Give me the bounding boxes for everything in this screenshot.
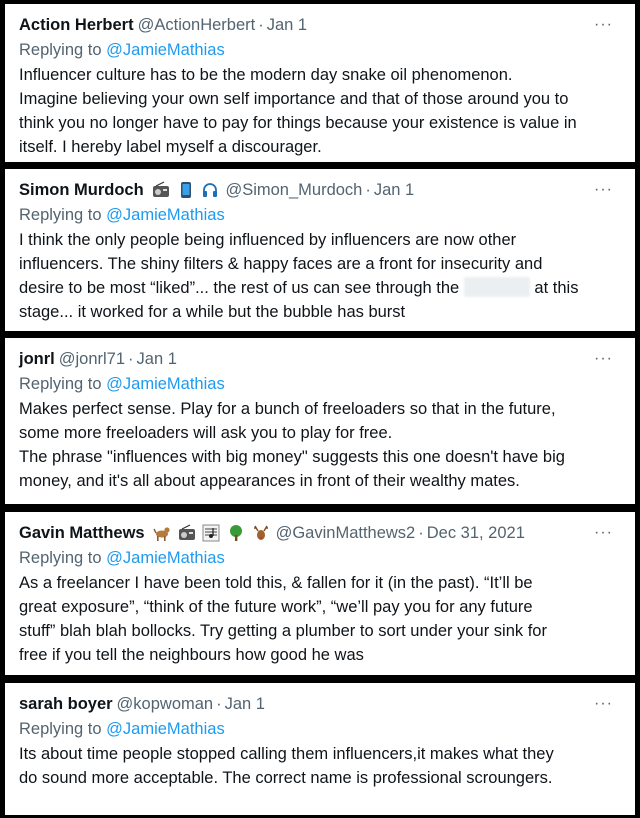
tweet-line: As a freelancer I have been told this, &… <box>19 574 533 592</box>
tweet-text: Its about time people stopped calling th… <box>19 742 621 790</box>
more-options-icon[interactable]: ··· <box>594 521 613 545</box>
deer-emoji-icon <box>253 525 268 540</box>
author-name[interactable]: jonrl <box>19 350 55 368</box>
dog-emoji-icon <box>153 527 170 541</box>
separator-dot: · <box>365 181 371 199</box>
replying-to: Replying to @JamieMathias <box>19 372 621 396</box>
blurred-word <box>463 277 530 297</box>
tweet-line: Imagine believing your own self importan… <box>19 90 569 108</box>
separator-dot: · <box>128 350 134 368</box>
replying-to: Replying to @JamieMathias <box>19 546 621 570</box>
radio-emoji-icon <box>153 181 170 197</box>
tweet-line: The phrase "influences with big money" s… <box>19 448 565 466</box>
mention-link[interactable]: @JamieMathias <box>106 206 225 224</box>
separator-dot: · <box>258 16 264 34</box>
tweet-header: Action Herbert @ActionHerbert · Jan 1 ··· <box>19 13 621 37</box>
author-handle[interactable]: @jonrl71 <box>59 350 125 368</box>
separator-dot: · <box>216 695 222 713</box>
tweet-header: Gavin Matthews @GavinMatthews2 · Dec 31, 2… <box>19 521 621 545</box>
replying-to: Replying to @JamieMathias <box>19 38 621 62</box>
author-name[interactable]: Action Herbert <box>19 16 134 34</box>
author-name[interactable]: Gavin Matthews <box>19 524 145 542</box>
tweet-line: stage... it worked for a while but the b… <box>19 303 406 321</box>
tweet-date[interactable]: Jan 1 <box>267 16 307 34</box>
mention-link[interactable]: @JamieMathias <box>106 720 225 738</box>
headphones-icon <box>203 182 218 197</box>
tweet-header: sarah boyer @kopwoman · Jan 1 ··· <box>19 692 621 716</box>
replying-to-label: Replying to <box>19 41 102 59</box>
more-options-icon[interactable]: ··· <box>594 347 613 371</box>
replying-to-label: Replying to <box>19 206 102 224</box>
replying-to-label: Replying to <box>19 720 102 738</box>
replying-to: Replying to @JamieMathias <box>19 717 621 741</box>
name-emojis <box>152 179 221 203</box>
name-emojis <box>153 522 271 546</box>
tweet-card[interactable]: sarah boyer @kopwoman · Jan 1 ··· Replying … <box>5 683 635 815</box>
tweet-line-part: desire to be most “liked”... the rest of… <box>19 279 460 297</box>
tweet-card[interactable]: jonrl @jonrl71 · Jan 1 ··· Replying to @Jam… <box>5 338 635 504</box>
tweet-line: think you no longer have to pay for thin… <box>19 114 577 132</box>
replying-to: Replying to @JamieMathias <box>19 203 621 227</box>
tweet-line: money, and it's all about appearances in… <box>19 472 520 490</box>
tweet-line: free if you tell the neighbours how good… <box>19 646 364 664</box>
more-options-icon[interactable]: ··· <box>594 13 613 37</box>
tweet-text: As a freelancer I have been told this, &… <box>19 571 621 667</box>
tweet-line: influencers. The shiny filters & happy f… <box>19 255 543 273</box>
author-name[interactable]: sarah boyer <box>19 695 113 713</box>
tweet-line: great exposure”, “think of the future wo… <box>19 598 533 616</box>
author-handle[interactable]: @ActionHerbert <box>138 16 256 34</box>
musical-score-icon <box>202 524 220 542</box>
mobile-phone-icon <box>180 181 191 198</box>
more-options-icon[interactable]: ··· <box>594 692 613 716</box>
author-name[interactable]: Simon Murdoch <box>19 181 144 199</box>
replying-to-label: Replying to <box>19 549 102 567</box>
tweet-date[interactable]: Jan 1 <box>137 350 177 368</box>
tweet-text: I think the only people being influenced… <box>19 228 621 324</box>
tweet-line: itself. I hereby label myself a discoura… <box>19 138 322 156</box>
tweet-header: Simon Murdoch @Simon_Murdoch · Jan 1 ··· <box>19 178 621 202</box>
mention-link[interactable]: @JamieMathias <box>106 549 225 567</box>
tweet-line: some more freeloaders will ask you to pl… <box>19 424 393 442</box>
author-handle[interactable]: @kopwoman <box>117 695 214 713</box>
tweet-header: jonrl @jonrl71 · Jan 1 ··· <box>19 347 621 371</box>
author-handle[interactable]: @GavinMatthews2 <box>276 524 416 542</box>
tweet-line: Its about time people stopped calling th… <box>19 745 554 763</box>
tweet-text: Makes perfect sense. Play for a bunch of… <box>19 397 621 493</box>
tweet-date[interactable]: Jan 1 <box>225 695 265 713</box>
separator-dot: · <box>418 524 424 542</box>
tweet-date[interactable]: Dec 31, 2021 <box>427 524 525 542</box>
tweet-line: stuff” blah blah bollocks. Try getting a… <box>19 622 547 640</box>
tweet-line: do sound more acceptable. The correct na… <box>19 769 553 787</box>
tweet-card[interactable]: Simon Murdoch @Simon_Murdoch · Jan 1 ··· R… <box>5 169 635 331</box>
tweet-line: Makes perfect sense. Play for a bunch of… <box>19 400 556 418</box>
tweet-date[interactable]: Jan 1 <box>374 181 414 199</box>
tweet-text: Influencer culture has to be the modern … <box>19 63 621 159</box>
tweet-line: desire to be most “liked”... the rest of… <box>19 276 621 300</box>
radio-emoji-icon <box>178 524 195 540</box>
tweet-line: I think the only people being influenced… <box>19 231 517 249</box>
tweet-line: Influencer culture has to be the modern … <box>19 66 513 84</box>
more-options-icon[interactable]: ··· <box>594 178 613 202</box>
mention-link[interactable]: @JamieMathias <box>106 375 225 393</box>
tweet-card[interactable]: Action Herbert @ActionHerbert · Jan 1 ··· R… <box>5 4 635 162</box>
author-handle[interactable]: @Simon_Murdoch <box>225 181 362 199</box>
tree-emoji-icon <box>230 524 242 541</box>
tweet-line-part: at this <box>534 279 579 297</box>
tweet-card[interactable]: Gavin Matthews @GavinMatthews2 · Dec 31, 2… <box>5 512 635 675</box>
mention-link[interactable]: @JamieMathias <box>106 41 225 59</box>
replying-to-label: Replying to <box>19 375 102 393</box>
